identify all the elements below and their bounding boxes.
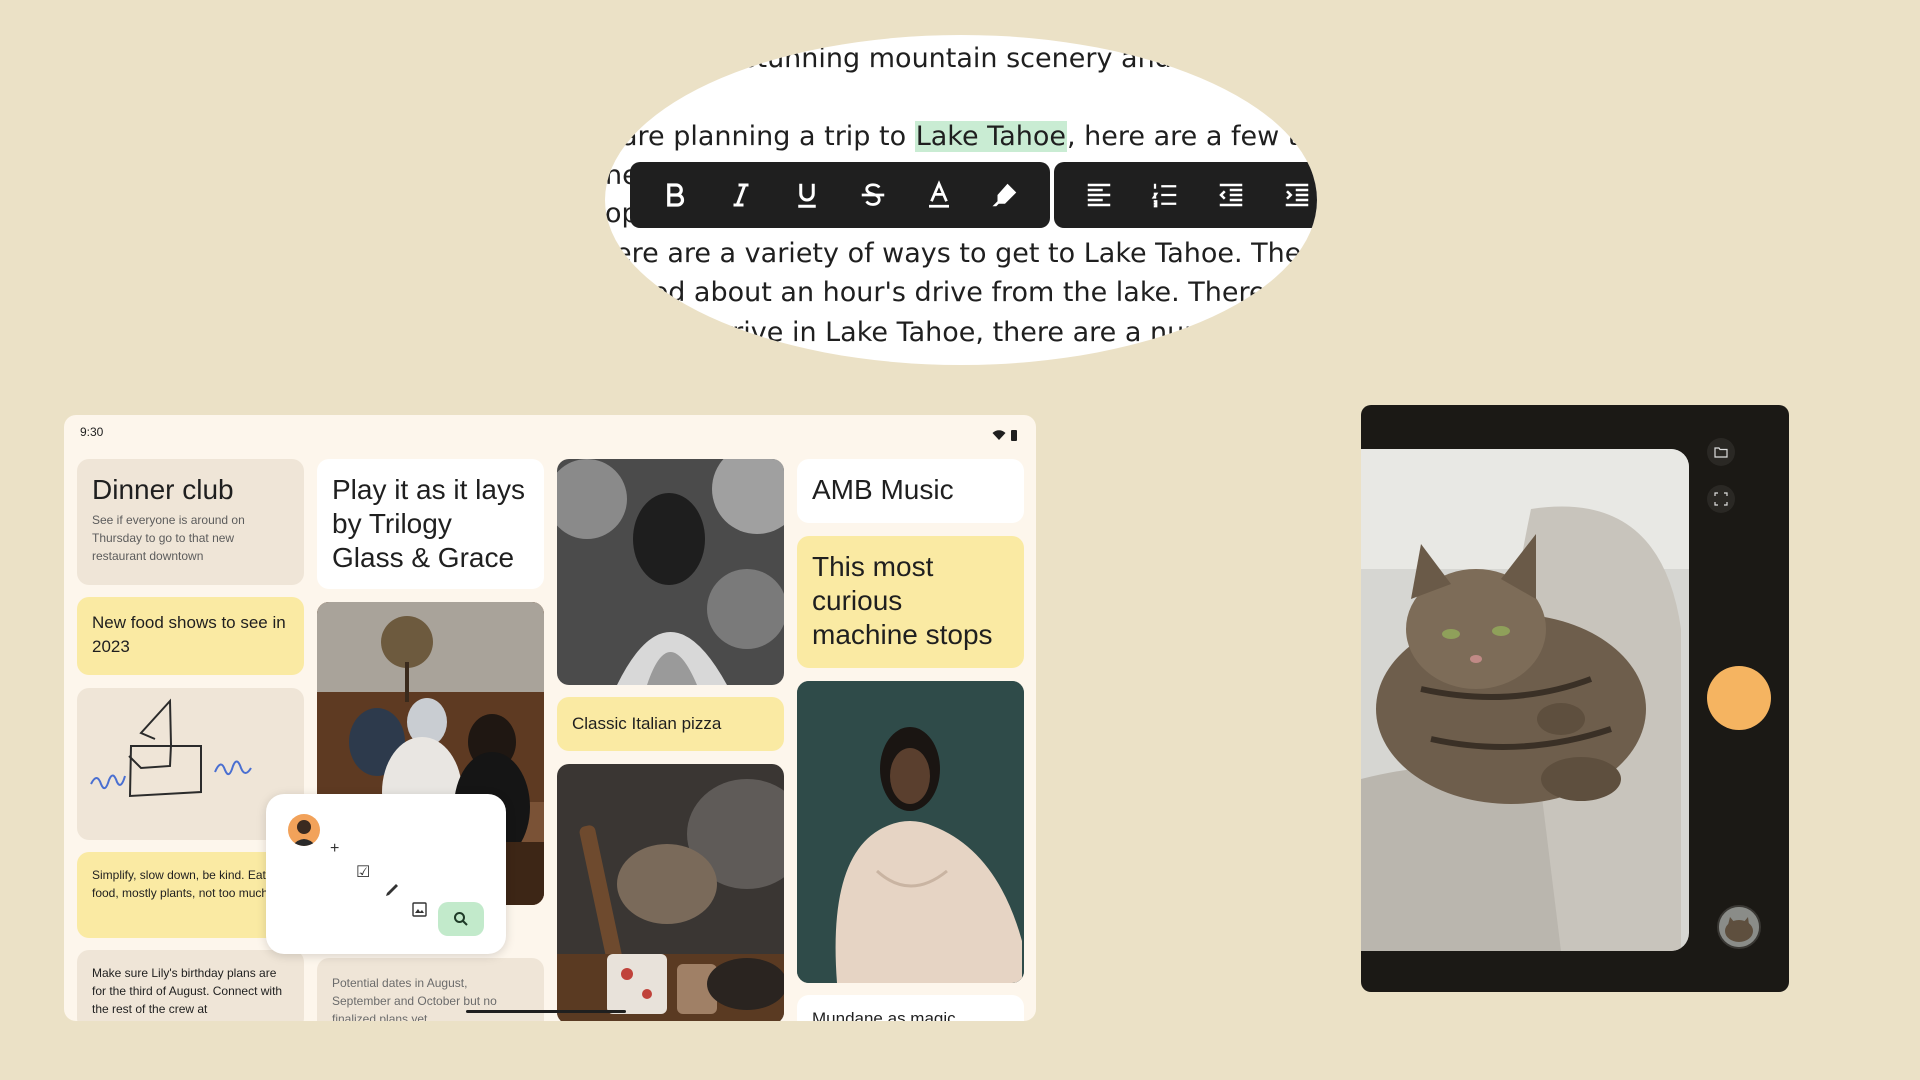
text-color-button[interactable] — [906, 162, 972, 228]
text-line: arrive in Lake Tahoe, there are a number — [705, 317, 1256, 348]
paragraph-format-group — [1054, 162, 1317, 228]
scan-button[interactable] — [1707, 485, 1735, 513]
status-time: 9:30 — [80, 425, 104, 439]
note-title: Dinner club — [92, 474, 234, 505]
bold-button[interactable] — [642, 162, 708, 228]
text-line: d by stunning mountain scenery and offer… — [675, 43, 1283, 74]
numbered-list-button[interactable] — [1132, 162, 1198, 228]
indent-button[interactable] — [1264, 162, 1317, 228]
note-body: New food shows to see in 2023 — [92, 613, 286, 656]
search-button[interactable] — [438, 902, 484, 936]
note-card[interactable]: Mundane as magic — [797, 995, 1024, 1021]
text-format-group — [630, 162, 1050, 228]
image-icon[interactable] — [412, 902, 427, 922]
pizza-photo-image — [557, 764, 784, 1021]
brush-icon[interactable] — [384, 882, 400, 903]
note-card[interactable]: Dinner club See if everyone is around on… — [77, 459, 304, 585]
status-bar: 9:30 — [80, 425, 1018, 445]
note-card[interactable]: New food shows to see in 2023 — [77, 597, 304, 675]
numbered-list-icon — [1151, 183, 1177, 208]
note-card[interactable]: This most curious machine stops — [797, 536, 1024, 668]
note-card[interactable]: AMB Music — [797, 459, 1024, 523]
underline-button[interactable] — [774, 162, 840, 228]
folder-icon — [1714, 447, 1728, 458]
portrait-photo-image — [557, 459, 784, 685]
gallery-thumbnail[interactable] — [1717, 905, 1761, 949]
note-body: Mundane as magic — [812, 1009, 956, 1021]
floating-create-panel: + ☑ — [266, 794, 506, 954]
scan-icon — [1714, 492, 1728, 506]
note-card[interactable]: Play it as it lays by Trilogy Glass & Gr… — [317, 459, 544, 589]
bold-icon — [667, 183, 685, 207]
note-card[interactable]: Classic Italian pizza — [557, 697, 784, 751]
outdent-button[interactable] — [1198, 162, 1264, 228]
portrait-photo[interactable] — [557, 459, 784, 685]
italic-icon — [733, 183, 749, 207]
align-left-icon — [1087, 183, 1111, 207]
strikethrough-button[interactable] — [840, 162, 906, 228]
pizza-photo[interactable] — [557, 764, 784, 1021]
text-line: are planning a trip to Lake Tahoe, here … — [621, 121, 1317, 152]
cat-photo-image — [1361, 449, 1689, 951]
magnifier-lens: d by stunning mountain scenery and offer… — [605, 35, 1317, 365]
highlighter-icon — [992, 183, 1017, 207]
indent-icon — [1285, 183, 1309, 207]
checkbox-icon[interactable]: ☑ — [356, 862, 370, 882]
note-card[interactable]: Make sure Lily's birthday plans are for … — [77, 950, 304, 1021]
gallery-thumbnail-image — [1719, 907, 1759, 947]
cat-photo[interactable] — [1361, 449, 1689, 951]
text-line: ere are a variety of ways to get to Lake… — [615, 238, 1317, 269]
note-title: This most curious machine stops — [812, 551, 993, 650]
illustration-image — [797, 681, 1024, 983]
strikethrough-icon — [861, 183, 885, 206]
align-left-button[interactable] — [1066, 162, 1132, 228]
battery-icon — [1011, 430, 1017, 441]
outdent-icon — [1219, 183, 1243, 207]
note-body: See if everyone is around on Thursday to… — [92, 513, 245, 563]
wifi-icon — [992, 430, 1006, 440]
camera-phone-screen — [1361, 405, 1789, 992]
italic-button[interactable] — [708, 162, 774, 228]
capture-button[interactable] — [1707, 666, 1771, 730]
note-title: AMB Music — [812, 474, 954, 505]
tablet-screen: 9:30 Dinner club See if everyone is arou… — [64, 415, 1036, 1021]
text-color-icon — [929, 180, 949, 208]
formatting-toolbar — [630, 162, 1317, 228]
illustration-photo[interactable] — [797, 681, 1024, 983]
underline-icon — [798, 183, 816, 208]
search-icon — [454, 912, 468, 926]
add-icon[interactable]: + — [330, 840, 339, 858]
note-body: Classic Italian pizza — [572, 714, 722, 733]
text-line: ted about an hour's drive from the lake.… — [641, 277, 1317, 308]
note-title: Play it as it lays by Trilogy Glass & Gr… — [332, 474, 525, 573]
note-body: Make sure Lily's birthday plans are for … — [92, 966, 283, 1016]
folder-button[interactable] — [1707, 438, 1735, 466]
avatar-image — [292, 820, 316, 846]
highlight-button[interactable] — [972, 162, 1038, 228]
avatar[interactable] — [288, 814, 320, 846]
highlighted-text[interactable]: Lake Tahoe — [914, 121, 1067, 152]
home-indicator[interactable] — [466, 1010, 626, 1013]
